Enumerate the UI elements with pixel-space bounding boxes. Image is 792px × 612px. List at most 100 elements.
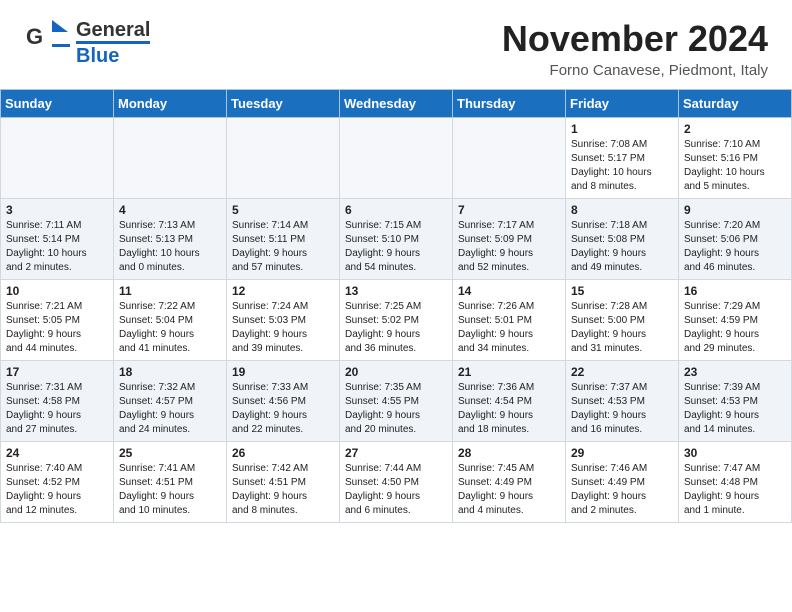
day-number: 12: [232, 284, 334, 298]
calendar-cell: 28Sunrise: 7:45 AM Sunset: 4:49 PM Dayli…: [453, 442, 566, 523]
day-number: 26: [232, 446, 334, 460]
page-header: G General Blue November 2024 Forno Canav…: [0, 0, 792, 89]
day-info: Sunrise: 7:20 AM Sunset: 5:06 PM Dayligh…: [684, 219, 786, 275]
day-info: Sunrise: 7:44 AM Sunset: 4:50 PM Dayligh…: [345, 462, 447, 518]
col-header-thursday: Thursday: [453, 90, 566, 118]
logo: G General Blue: [24, 18, 150, 67]
day-info: Sunrise: 7:18 AM Sunset: 5:08 PM Dayligh…: [571, 219, 673, 275]
calendar-cell: 22 Sunrise: 7:37 AM Sunset: 4:53 PM Dayli…: [566, 361, 679, 442]
day-info: Sunrise: 7:41 AM Sunset: 4:51 PM Dayligh…: [119, 462, 221, 518]
day-info: Sunrise: 7:21 AM Sunset: 5:05 PM Dayligh…: [6, 300, 108, 356]
calendar-header-row: SundayMondayTuesdayWednesdayThursdayFrid…: [1, 90, 792, 118]
day-info: Sunrise: 7:11 AM Sunset: 5:14 PM Dayligh…: [6, 219, 108, 275]
day-number: 19: [232, 365, 334, 379]
calendar-cell: 29 Sunrise: 7:46 AM Sunset: 4:49 PM Dayli…: [566, 442, 679, 523]
calendar-cell: 6Sunrise: 7:15 AM Sunset: 5:10 PM Daylig…: [340, 199, 453, 280]
calendar-cell: 18Sunrise: 7:32 AM Sunset: 4:57 PM Dayli…: [114, 361, 227, 442]
day-info: Sunrise: 7:26 AM Sunset: 5:01 PM Dayligh…: [458, 300, 560, 356]
day-number: 21: [458, 365, 560, 379]
day-number: 23: [684, 365, 786, 379]
calendar-cell: 19 Sunrise: 7:33 AM Sunset: 4:56 PM Dayli…: [227, 361, 340, 442]
calendar-cell: 5 Sunrise: 7:14 AM Sunset: 5:11 PM Daylig…: [227, 199, 340, 280]
calendar-cell: 21Sunrise: 7:36 AM Sunset: 4:54 PM Dayli…: [453, 361, 566, 442]
calendar-cell: 9Sunrise: 7:20 AM Sunset: 5:06 PM Daylig…: [679, 199, 792, 280]
calendar-cell: 20 Sunrise: 7:35 AM Sunset: 4:55 PM Dayli…: [340, 361, 453, 442]
day-info: Sunrise: 7:22 AM Sunset: 5:04 PM Dayligh…: [119, 300, 221, 356]
calendar-week-5: 24 Sunrise: 7:40 AM Sunset: 4:52 PM Dayli…: [1, 442, 792, 523]
calendar-cell: 4 Sunrise: 7:13 AM Sunset: 5:13 PM Daylig…: [114, 199, 227, 280]
day-info: Sunrise: 7:39 AM Sunset: 4:53 PM Dayligh…: [684, 381, 786, 437]
day-number: 15: [571, 284, 673, 298]
calendar-cell: 26 Sunrise: 7:42 AM Sunset: 4:51 PM Dayli…: [227, 442, 340, 523]
day-number: 18: [119, 365, 221, 379]
calendar-cell: 13 Sunrise: 7:25 AM Sunset: 5:02 PM Dayli…: [340, 280, 453, 361]
calendar-week-3: 10 Sunrise: 7:21 AM Sunset: 5:05 PM Dayli…: [1, 280, 792, 361]
col-header-friday: Friday: [566, 90, 679, 118]
day-info: Sunrise: 7:13 AM Sunset: 5:13 PM Dayligh…: [119, 219, 221, 275]
day-number: 25: [119, 446, 221, 460]
day-number: 4: [119, 203, 221, 217]
day-info: Sunrise: 7:10 AM Sunset: 5:16 PM Dayligh…: [684, 138, 786, 194]
day-number: 22: [571, 365, 673, 379]
day-info: Sunrise: 7:31 AM Sunset: 4:58 PM Dayligh…: [6, 381, 108, 437]
col-header-sunday: Sunday: [1, 90, 114, 118]
col-header-tuesday: Tuesday: [227, 90, 340, 118]
day-info: Sunrise: 7:15 AM Sunset: 5:10 PM Dayligh…: [345, 219, 447, 275]
day-info: Sunrise: 7:25 AM Sunset: 5:02 PM Dayligh…: [345, 300, 447, 356]
day-info: Sunrise: 7:28 AM Sunset: 5:00 PM Dayligh…: [571, 300, 673, 356]
calendar-cell: [114, 118, 227, 199]
calendar-cell: [453, 118, 566, 199]
calendar-week-4: 17Sunrise: 7:31 AM Sunset: 4:58 PM Dayli…: [1, 361, 792, 442]
svg-text:G: G: [26, 24, 43, 49]
day-number: 14: [458, 284, 560, 298]
day-info: Sunrise: 7:35 AM Sunset: 4:55 PM Dayligh…: [345, 381, 447, 437]
day-info: Sunrise: 7:24 AM Sunset: 5:03 PM Dayligh…: [232, 300, 334, 356]
calendar-table: SundayMondayTuesdayWednesdayThursdayFrid…: [0, 89, 792, 523]
calendar-cell: 16Sunrise: 7:29 AM Sunset: 4:59 PM Dayli…: [679, 280, 792, 361]
day-number: 20: [345, 365, 447, 379]
calendar-cell: 2 Sunrise: 7:10 AM Sunset: 5:16 PM Daylig…: [679, 118, 792, 199]
logo-blue: Blue: [76, 41, 150, 67]
col-header-saturday: Saturday: [679, 90, 792, 118]
calendar-cell: 23 Sunrise: 7:39 AM Sunset: 4:53 PM Dayli…: [679, 361, 792, 442]
calendar-cell: 27 Sunrise: 7:44 AM Sunset: 4:50 PM Dayli…: [340, 442, 453, 523]
day-info: Sunrise: 7:47 AM Sunset: 4:48 PM Dayligh…: [684, 462, 786, 518]
calendar-cell: 14 Sunrise: 7:26 AM Sunset: 5:01 PM Dayli…: [453, 280, 566, 361]
day-info: Sunrise: 7:29 AM Sunset: 4:59 PM Dayligh…: [684, 300, 786, 356]
calendar-cell: 7 Sunrise: 7:17 AM Sunset: 5:09 PM Daylig…: [453, 199, 566, 280]
day-number: 13: [345, 284, 447, 298]
calendar-cell: 24 Sunrise: 7:40 AM Sunset: 4:52 PM Dayli…: [1, 442, 114, 523]
day-info: Sunrise: 7:08 AM Sunset: 5:17 PM Dayligh…: [571, 138, 673, 194]
day-info: Sunrise: 7:14 AM Sunset: 5:11 PM Dayligh…: [232, 219, 334, 275]
day-number: 1: [571, 122, 673, 136]
day-number: 27: [345, 446, 447, 460]
day-info: Sunrise: 7:17 AM Sunset: 5:09 PM Dayligh…: [458, 219, 560, 275]
col-header-wednesday: Wednesday: [340, 90, 453, 118]
day-number: 8: [571, 203, 673, 217]
day-info: Sunrise: 7:42 AM Sunset: 4:51 PM Dayligh…: [232, 462, 334, 518]
day-info: Sunrise: 7:33 AM Sunset: 4:56 PM Dayligh…: [232, 381, 334, 437]
day-info: Sunrise: 7:40 AM Sunset: 4:52 PM Dayligh…: [6, 462, 108, 518]
day-number: 2: [684, 122, 786, 136]
calendar-cell: 11Sunrise: 7:22 AM Sunset: 5:04 PM Dayli…: [114, 280, 227, 361]
calendar-cell: 8 Sunrise: 7:18 AM Sunset: 5:08 PM Daylig…: [566, 199, 679, 280]
col-header-monday: Monday: [114, 90, 227, 118]
title-block: November 2024 Forno Canavese, Piedmont, …: [502, 18, 768, 79]
day-number: 10: [6, 284, 108, 298]
calendar-cell: 10 Sunrise: 7:21 AM Sunset: 5:05 PM Dayli…: [1, 280, 114, 361]
day-number: 28: [458, 446, 560, 460]
day-info: Sunrise: 7:37 AM Sunset: 4:53 PM Dayligh…: [571, 381, 673, 437]
day-number: 7: [458, 203, 560, 217]
day-info: Sunrise: 7:46 AM Sunset: 4:49 PM Dayligh…: [571, 462, 673, 518]
calendar-cell: 1 Sunrise: 7:08 AM Sunset: 5:17 PM Daylig…: [566, 118, 679, 199]
day-number: 24: [6, 446, 108, 460]
calendar-week-1: 1 Sunrise: 7:08 AM Sunset: 5:17 PM Daylig…: [1, 118, 792, 199]
day-number: 3: [6, 203, 108, 217]
logo-icon: G: [24, 18, 72, 62]
calendar-cell: 30Sunrise: 7:47 AM Sunset: 4:48 PM Dayli…: [679, 442, 792, 523]
day-number: 5: [232, 203, 334, 217]
calendar-cell: [227, 118, 340, 199]
day-number: 29: [571, 446, 673, 460]
logo-general: General: [76, 19, 150, 41]
location: Forno Canavese, Piedmont, Italy: [502, 62, 768, 79]
